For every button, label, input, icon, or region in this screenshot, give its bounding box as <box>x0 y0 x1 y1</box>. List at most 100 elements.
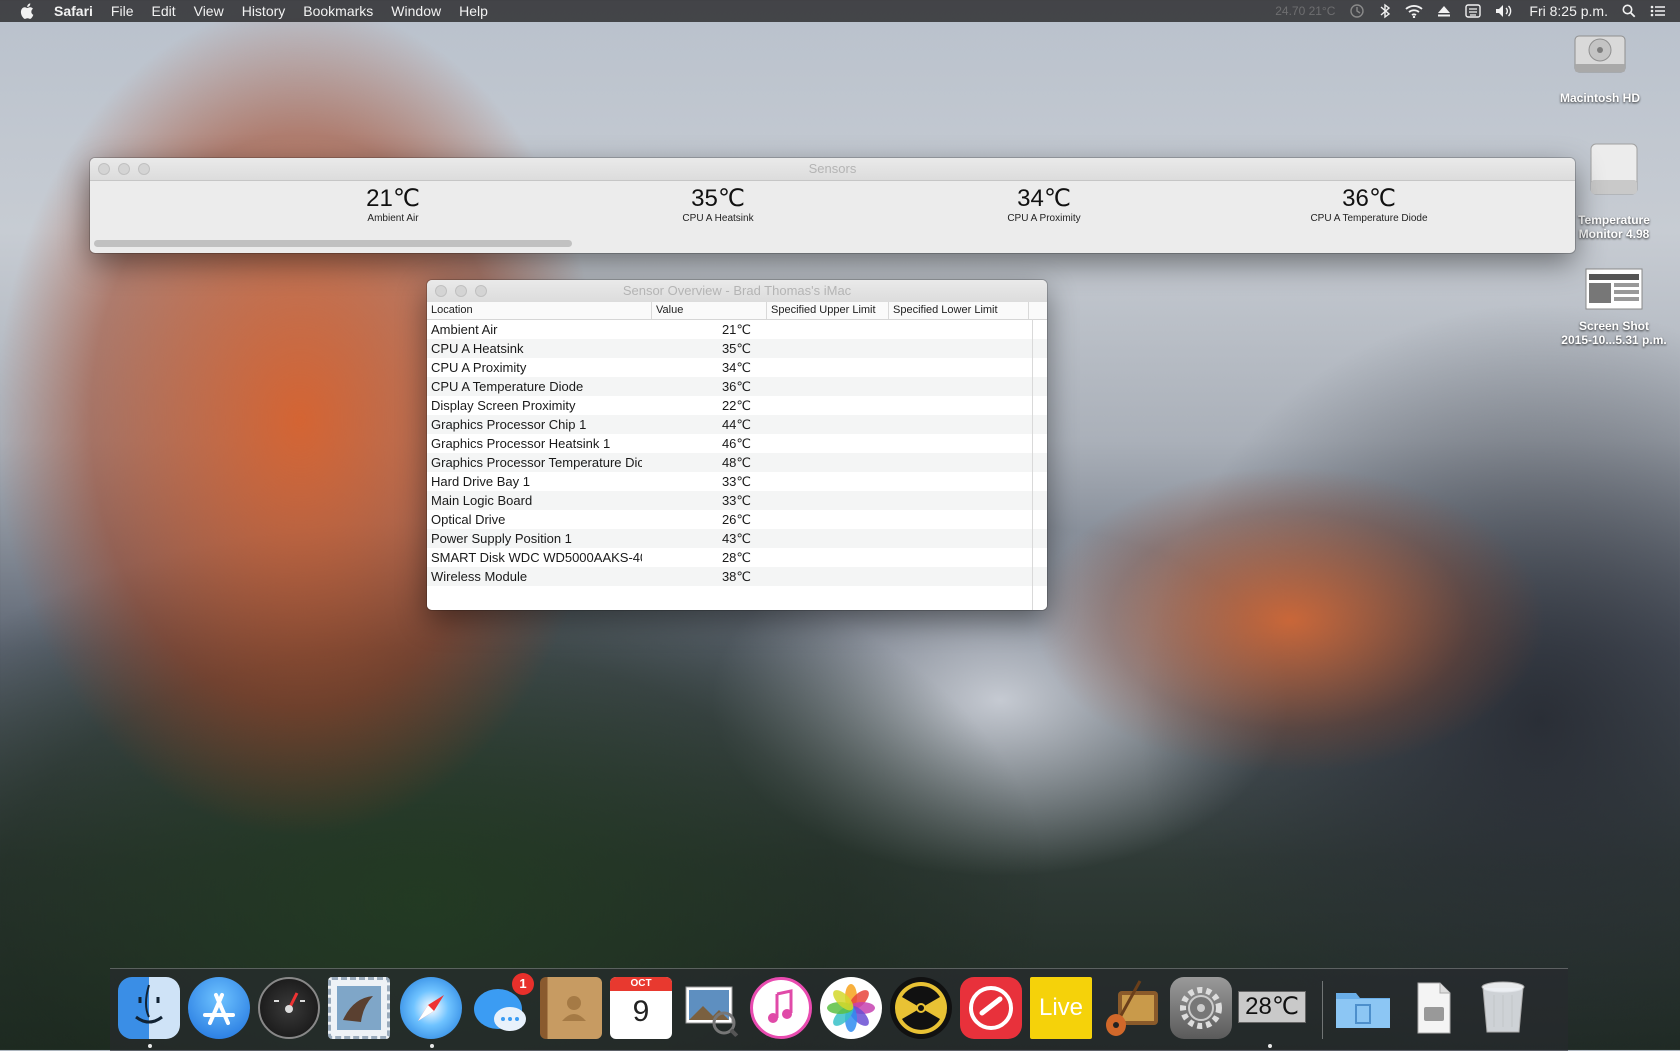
menu-help[interactable]: Help <box>459 0 488 22</box>
calendar-icon: OCT 9 <box>610 977 672 1039</box>
volume-icon[interactable] <box>1495 4 1515 18</box>
menu-view[interactable]: View <box>194 0 224 22</box>
menu-bar: Safari File Edit View History Bookmarks … <box>0 0 1680 22</box>
temperature-display-icon: 28℃ <box>1238 977 1306 1039</box>
table-row[interactable]: Display Screen Proximity 22℃ <box>427 396 1047 415</box>
cell-value: 36℃ <box>721 379 751 394</box>
desktop-icon-label-line1: Screen Shot <box>1578 319 1650 333</box>
dock-downloads[interactable] <box>1402 977 1466 1041</box>
dock-preview[interactable] <box>680 977 744 1041</box>
sensor-tile[interactable]: 21℃ Ambient Air <box>273 185 513 225</box>
sensor-tile[interactable]: 34℃ CPU A Proximity <box>924 185 1164 225</box>
dock-calendar[interactable]: OCT 9 <box>610 977 674 1041</box>
input-source-icon[interactable] <box>1465 4 1482 18</box>
table-row[interactable]: Graphics Processor Heatsink 1 46℃ <box>427 434 1047 453</box>
desktop-icon-macintosh-hd[interactable]: Macintosh HD <box>1540 24 1660 105</box>
dock-garageband[interactable] <box>1100 977 1164 1041</box>
cell-location: Hard Drive Bay 1 <box>431 474 530 489</box>
dock-messages[interactable]: 1 <box>470 973 534 1041</box>
dock-finder[interactable] <box>118 977 182 1048</box>
external-drive-icon <box>1590 143 1638 195</box>
cell-value: 21℃ <box>721 322 751 337</box>
table-row[interactable]: Optical Drive 26℃ <box>427 510 1047 529</box>
dock-trash[interactable] <box>1472 977 1536 1041</box>
menubar-clock[interactable]: Fri 8:25 p.m. <box>1529 0 1608 22</box>
dock-documents-folder[interactable] <box>1332 977 1396 1041</box>
desktop-icon-label-line2: 2015-10...5.31 p.m. <box>1561 333 1667 347</box>
dock-live[interactable]: Live <box>1030 977 1094 1041</box>
dock-itunes[interactable] <box>750 977 814 1041</box>
cell-location: Graphics Processor Heatsink 1 <box>431 436 611 451</box>
menu-window[interactable]: Window <box>391 0 441 22</box>
cell-location: Power Supply Position 1 <box>431 531 572 546</box>
menu-history[interactable]: History <box>242 0 286 22</box>
table-row[interactable]: Graphics Processor Temperature Dic 48℃ <box>427 453 1047 472</box>
dock-dashboard[interactable] <box>258 977 322 1041</box>
sensor-label: CPU A Heatsink <box>682 213 754 224</box>
menu-file[interactable]: File <box>111 0 134 22</box>
cell-location: Graphics Processor Chip 1 <box>431 417 587 432</box>
guitar-icon <box>1100 977 1162 1039</box>
cell-location: CPU A Proximity <box>431 360 527 375</box>
column-header-lower-limit[interactable]: Specified Lower Limit <box>889 302 1029 319</box>
menu-app-name[interactable]: Safari <box>54 0 93 22</box>
table-row[interactable]: CPU A Proximity 34℃ <box>427 358 1047 377</box>
sensor-value: 36℃ <box>1342 185 1396 212</box>
time-machine-icon[interactable] <box>1349 3 1365 19</box>
dock-photos[interactable] <box>820 977 884 1041</box>
dock-cleaner-app[interactable] <box>960 977 1024 1041</box>
cell-value: 28℃ <box>721 550 751 565</box>
dashboard-gauge-icon <box>258 977 320 1039</box>
horizontal-scrollbar[interactable] <box>94 240 572 247</box>
table-row[interactable]: Main Logic Board 33℃ <box>427 491 1047 510</box>
dock-contacts[interactable] <box>540 977 604 1041</box>
dock-temperature-monitor[interactable]: 28℃ <box>1238 977 1308 1048</box>
temperature-status-item[interactable]: 24.70 21°C <box>1275 0 1335 22</box>
table-row[interactable]: CPU A Temperature Diode 36℃ <box>427 377 1047 396</box>
window-titlebar[interactable]: Sensor Overview - Brad Thomas's iMac <box>427 280 1047 303</box>
table-body: Ambient Air 21℃ CPU A Heatsink 35℃ CPU A Pro… <box>427 320 1047 586</box>
notification-center-icon[interactable] <box>1650 4 1666 18</box>
dock-radiation-app[interactable] <box>890 977 954 1041</box>
column-header-upper-limit[interactable]: Specified Upper Limit <box>767 302 889 319</box>
eject-icon[interactable] <box>1437 4 1451 18</box>
desktop-icon-screenshot[interactable]: Screen Shot 2015-10...5.31 p.m. <box>1554 268 1674 347</box>
table-row[interactable]: Hard Drive Bay 1 33℃ <box>427 472 1047 491</box>
wifi-icon[interactable] <box>1405 4 1424 18</box>
table-row[interactable]: Ambient Air 21℃ <box>427 320 1047 339</box>
sensor-label: Ambient Air <box>367 213 419 224</box>
dock-system-preferences[interactable] <box>1170 977 1234 1041</box>
column-divider <box>1032 319 1033 610</box>
preview-photos-icon <box>680 977 742 1039</box>
dock: 1 OCT 9 Live 28℃ <box>110 968 1568 1051</box>
column-header-location[interactable]: Location <box>427 302 652 319</box>
sensor-overview-window: Sensor Overview - Brad Thomas's iMac Loc… <box>427 280 1047 610</box>
table-row[interactable]: SMART Disk WDC WD5000AAKS-40 28℃ <box>427 548 1047 567</box>
column-header-value[interactable]: Value <box>652 302 767 319</box>
cell-location: Ambient Air <box>431 322 498 337</box>
table-row[interactable]: Wireless Module 38℃ <box>427 567 1047 586</box>
sensors-window: Sensors 21℃ Ambient Air 35℃ CPU A Heatsi… <box>90 158 1575 253</box>
dock-safari[interactable] <box>400 977 464 1048</box>
dock-mail[interactable] <box>328 977 392 1041</box>
cell-location: Main Logic Board <box>431 493 533 508</box>
table-row[interactable]: Graphics Processor Chip 1 44℃ <box>427 415 1047 434</box>
calendar-month: OCT <box>610 977 672 991</box>
cell-location: Graphics Processor Temperature Dic <box>431 455 642 470</box>
temperature-readout: 28℃ <box>1238 991 1306 1023</box>
live-app-icon: Live <box>1030 977 1092 1039</box>
menu-edit[interactable]: Edit <box>151 0 175 22</box>
window-titlebar[interactable]: Sensors <box>90 158 1575 181</box>
menu-bookmarks[interactable]: Bookmarks <box>303 0 373 22</box>
dock-app-store[interactable] <box>188 977 252 1041</box>
table-row[interactable]: Power Supply Position 1 43℃ <box>427 529 1047 548</box>
status-area: 24.70 21°C Fri 8:25 p.m. <box>1261 0 1666 22</box>
sensor-tile[interactable]: 35℃ CPU A Heatsink <box>598 185 838 225</box>
bluetooth-icon[interactable] <box>1379 3 1391 19</box>
sensor-tile[interactable]: 36℃ CPU A Temperature Diode <box>1249 185 1489 225</box>
cell-location: SMART Disk WDC WD5000AAKS-40 <box>431 550 642 565</box>
apple-menu-icon[interactable] <box>18 1 38 21</box>
spotlight-search-icon[interactable] <box>1622 4 1636 18</box>
table-row[interactable]: CPU A Heatsink 35℃ <box>427 339 1047 358</box>
cell-value: 38℃ <box>721 569 751 584</box>
